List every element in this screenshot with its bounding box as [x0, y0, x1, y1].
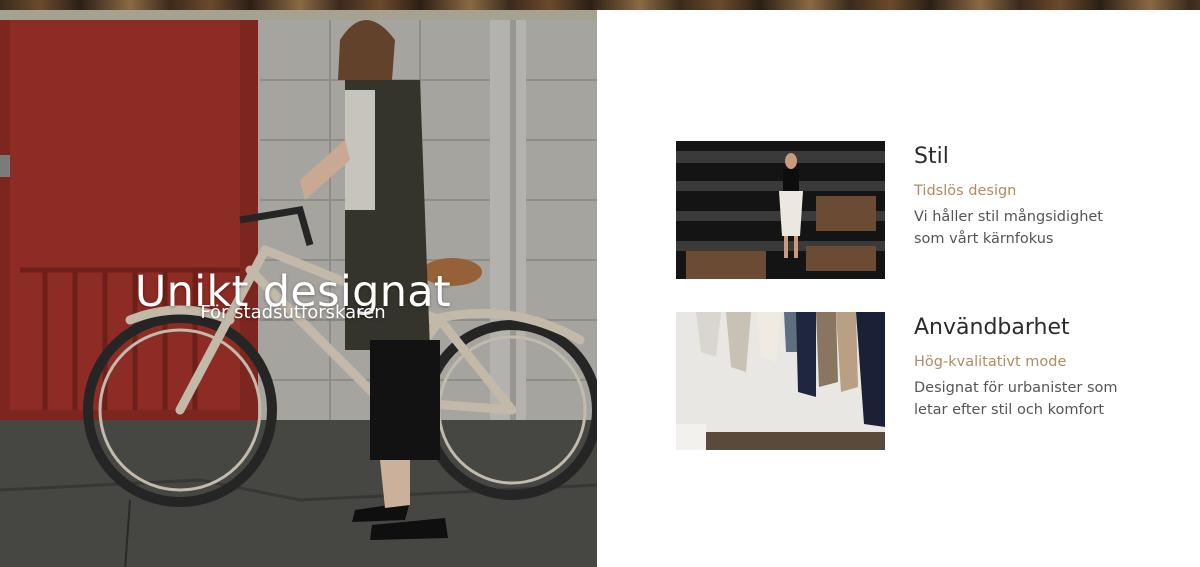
feature-tagline: Tidslös design — [914, 183, 1017, 199]
feature-card-style: Stil Tidslös design Vi håller stil mångs… — [676, 141, 1126, 281]
feature-description: Vi håller stil mångsidighet som vårt kär… — [914, 209, 1103, 247]
feature-title: Stil — [914, 144, 949, 169]
feature-image-woman-in-store — [676, 141, 885, 279]
feature-tagline: Hög-kvalitativt mode — [914, 354, 1067, 370]
feature-title: Användbarhet — [914, 315, 1070, 340]
hero-section: Unikt designat För stadsutforskaren — [0, 10, 597, 567]
feature-description: Designat för urbanister som letar efter … — [914, 380, 1118, 418]
feature-card-usability: Användbarhet Hög-kvalitativt mode Design… — [676, 312, 1126, 452]
hero-subtitle: För stadsutforskaren — [200, 302, 386, 323]
feature-image-clothing-rack — [676, 312, 885, 450]
top-decorative-strip — [0, 0, 1200, 10]
